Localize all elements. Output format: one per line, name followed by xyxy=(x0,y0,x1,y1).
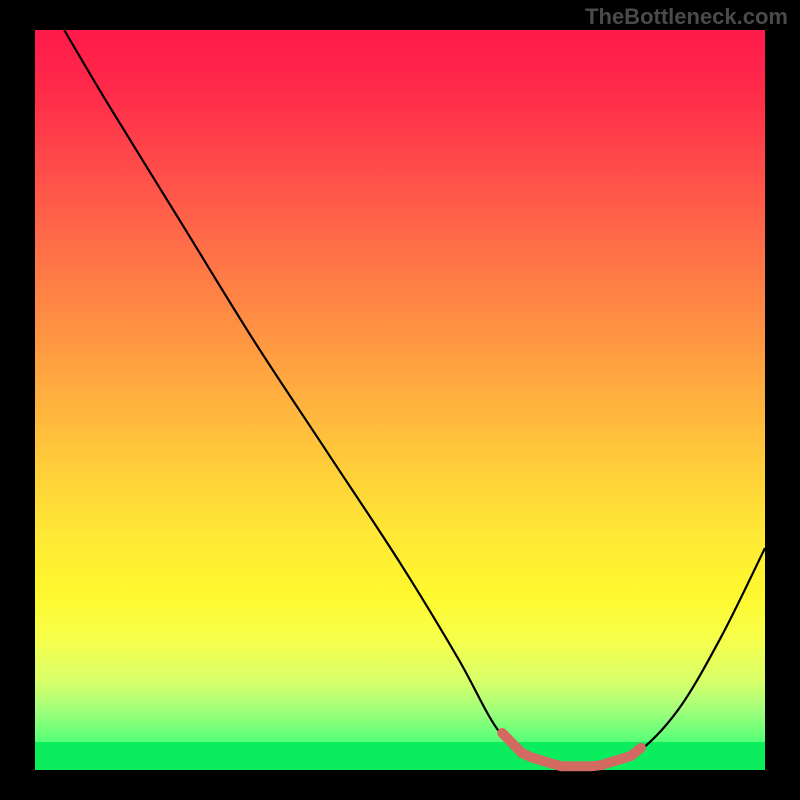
bottleneck-curve-line xyxy=(64,30,765,768)
optimal-range-marker xyxy=(502,733,641,766)
chart-container: TheBottleneck.com xyxy=(0,0,800,800)
curve-svg xyxy=(35,30,765,770)
plot-area xyxy=(35,30,765,770)
watermark-text: TheBottleneck.com xyxy=(585,4,788,30)
